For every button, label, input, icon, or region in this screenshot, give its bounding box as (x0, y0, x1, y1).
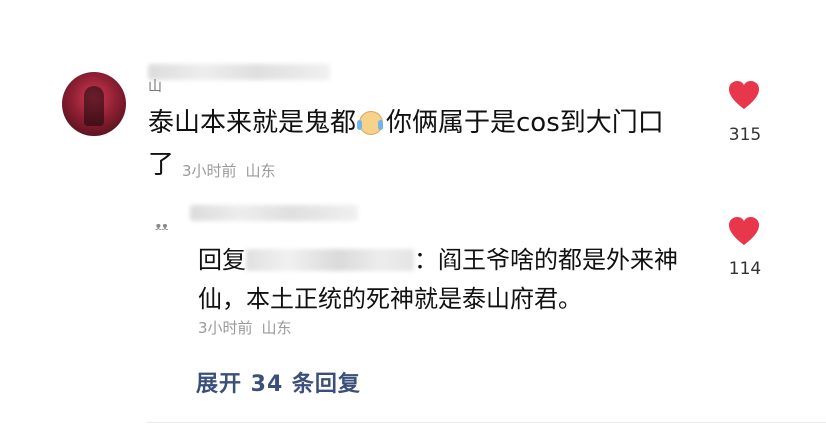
comment-text-part1: 泰山本来就是鬼都 (148, 108, 357, 138)
comment-text-line2: 了 (148, 150, 175, 180)
reply-time: 3小时前 (198, 319, 253, 337)
avatar-figure (84, 86, 104, 126)
reply-prefix: 回复 (198, 246, 246, 274)
like-heart-icon[interactable] (728, 216, 760, 248)
reply-meta: 3小时前 山东 (198, 317, 301, 338)
crying-laughing-face-icon (357, 110, 385, 135)
comment-text[interactable]: 泰山本来就是鬼都 你俩属于是cos到大门口 (148, 108, 708, 138)
replier-username-blurred[interactable] (190, 205, 358, 221)
expand-replies-button[interactable]: 展开 34 条回复 (196, 366, 361, 398)
reply-text[interactable]: 回复 ：阎王爷啥的都是外来神仙，本土正统的死神就是泰山府君。 (198, 241, 698, 319)
comment-like-count: 315 (728, 125, 762, 145)
comment-text-part2: 你俩属于是cos到大门口 (386, 108, 664, 138)
like-heart-icon[interactable] (728, 80, 760, 112)
replier-avatar[interactable]: ᴥᴥ (155, 212, 179, 236)
username-visible-prefix: 山 (148, 79, 162, 95)
commenter-username-blurred[interactable] (148, 64, 330, 80)
commenter-avatar[interactable] (62, 72, 126, 136)
reply-target-blurred (246, 249, 414, 271)
comment-meta: 3小时前 山东 (182, 160, 285, 181)
comment-time: 3小时前 (182, 162, 237, 180)
comment-location: 山东 (245, 162, 276, 180)
divider (146, 422, 826, 423)
reply-location: 山东 (261, 319, 292, 337)
reply-like-count: 114 (728, 259, 762, 279)
avatar-placeholder-icon: ᴥᴥ (155, 220, 169, 233)
